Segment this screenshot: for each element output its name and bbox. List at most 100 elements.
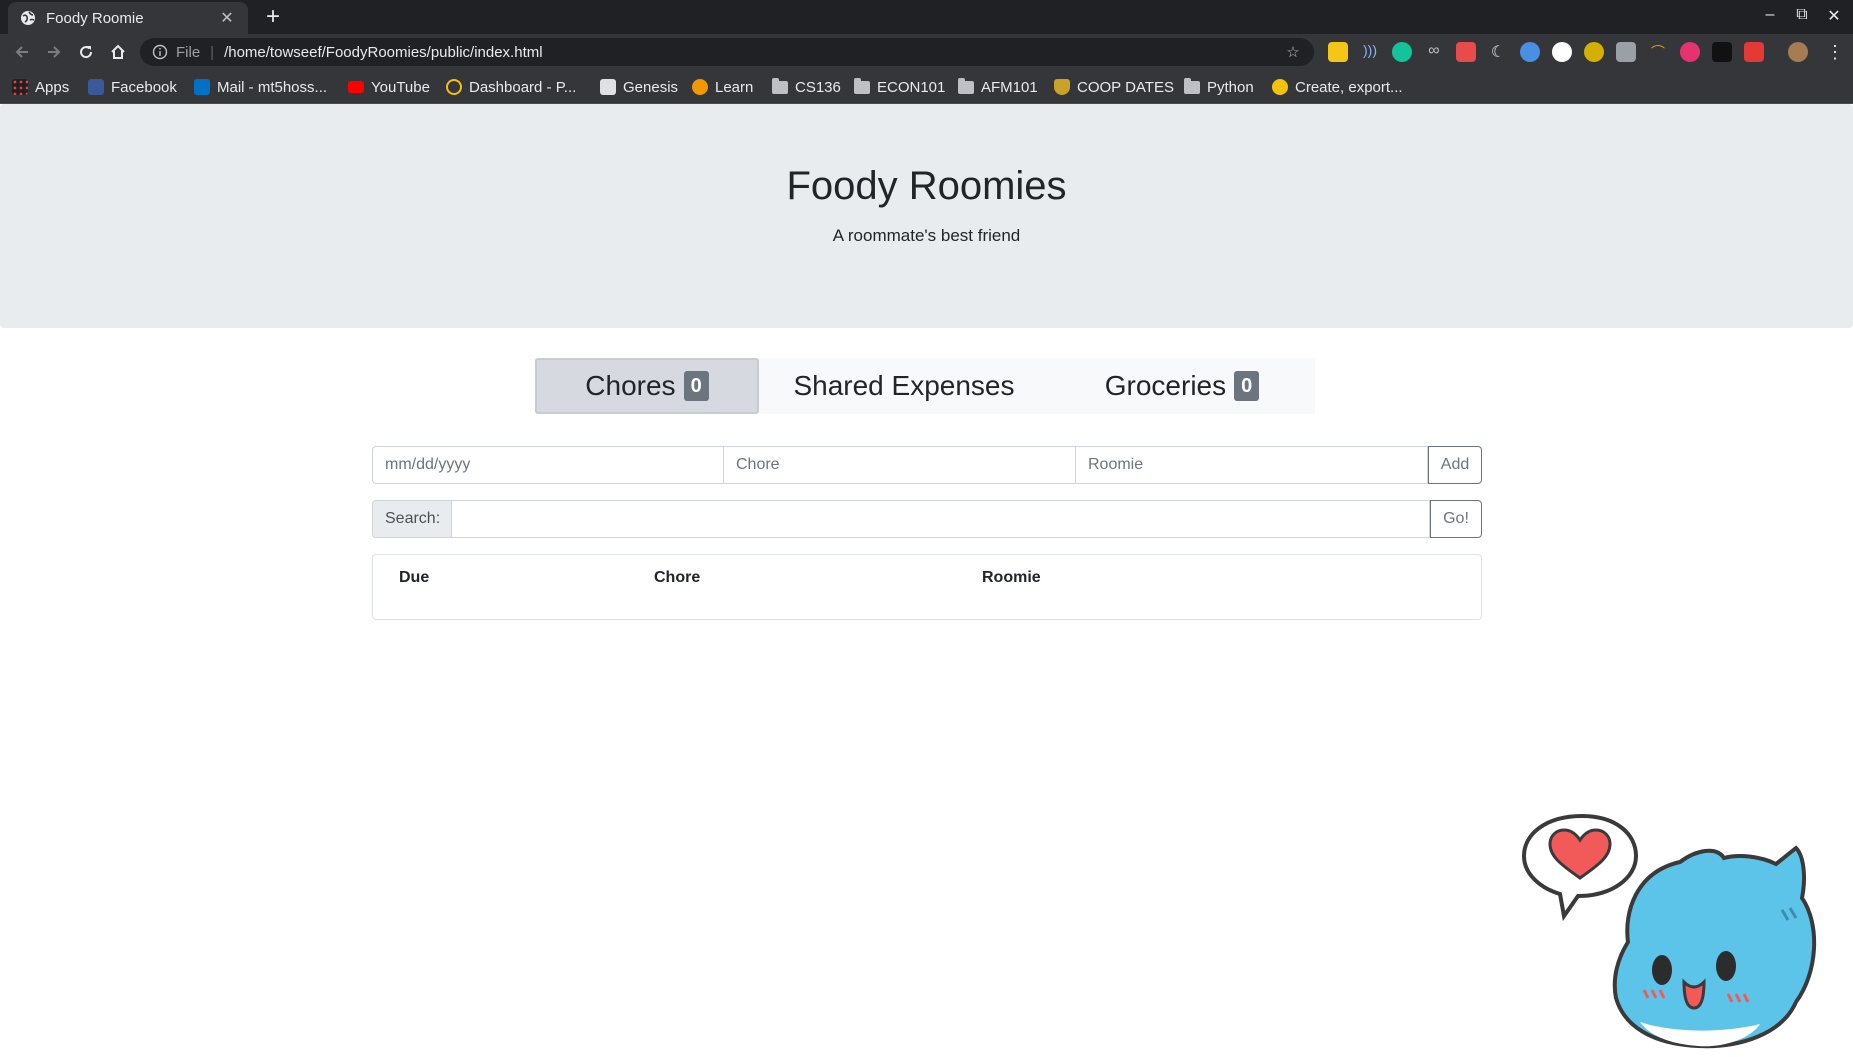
globe-icon xyxy=(21,11,35,25)
bookmark-coop-dates[interactable]: COOP DATES xyxy=(1054,77,1174,97)
bookmark-learn[interactable]: Learn xyxy=(692,77,753,97)
column-header-roomie[interactable]: Roomie xyxy=(982,569,1041,587)
learn-icon xyxy=(692,79,708,95)
bookmark-label: CS136 xyxy=(795,78,841,96)
tab-label: Groceries xyxy=(1104,370,1227,401)
close-window-icon[interactable]: ✕ xyxy=(1820,6,1848,26)
facebook-icon xyxy=(88,79,104,95)
folder-icon xyxy=(958,77,974,94)
bookmark-label: Apps xyxy=(35,78,70,96)
w-extension-icon[interactable] xyxy=(1520,42,1540,62)
bookmarks-bar: Apps Facebook Mail - mt5hoss... YouTube … xyxy=(0,70,1853,104)
browser-chrome: Foody Roomie ✕ + – ⧉ ✕ File | /home/tows… xyxy=(0,0,1853,104)
section-tabs: Chores 0 Shared Expenses Groceries 0 xyxy=(535,358,1315,414)
coin-extension-icon[interactable] xyxy=(1584,42,1604,62)
calendar-extension-icon[interactable] xyxy=(1456,42,1476,62)
url-separator: | xyxy=(210,43,215,61)
groceries-count-badge: 0 xyxy=(1234,371,1260,401)
bookmark-apps[interactable]: Apps xyxy=(12,77,69,97)
profile-avatar-icon[interactable] xyxy=(1788,42,1808,62)
restore-window-icon[interactable]: ⧉ xyxy=(1788,6,1816,24)
genesis-icon xyxy=(600,79,616,95)
jumbotron-header: Foody Roomies A roommate's best friend xyxy=(0,104,1853,328)
tab-chores[interactable]: Chores 0 xyxy=(535,358,759,414)
folder-icon xyxy=(772,77,788,94)
chore-input[interactable] xyxy=(724,446,1076,484)
page-subtitle: A roommate's best friend xyxy=(832,226,1021,245)
l-extension-icon[interactable] xyxy=(1552,42,1572,62)
bookmark-label: ECON101 xyxy=(877,78,946,96)
address-bar[interactable]: File | /home/towseef/FoodyRoomies/public… xyxy=(140,38,1314,66)
forward-arrow-icon[interactable] xyxy=(42,40,66,64)
info-icon[interactable] xyxy=(152,44,168,60)
bookmark-label: YouTube xyxy=(371,78,430,96)
apps-grid-icon xyxy=(12,79,28,95)
create-export-icon xyxy=(1272,79,1288,95)
close-tab-icon[interactable]: ✕ xyxy=(218,8,236,28)
search-input[interactable] xyxy=(452,500,1430,538)
tab-shared-expenses[interactable]: Shared Expenses xyxy=(759,358,1049,414)
grammarly-extension-icon[interactable] xyxy=(1392,42,1412,62)
bookmark-label: Learn xyxy=(715,78,754,96)
video-extension-icon[interactable] xyxy=(1744,42,1764,62)
bookmark-label: Mail - mt5hoss... xyxy=(217,78,328,96)
sticky-notes-extension-icon[interactable] xyxy=(1328,42,1348,62)
curve-extension-icon[interactable]: ⌒ xyxy=(1648,42,1668,62)
url-scheme: File xyxy=(176,43,201,61)
dark-mode-moon-icon[interactable]: ☾ xyxy=(1488,42,1508,62)
tab-label: Chores xyxy=(585,370,676,401)
due-date-input[interactable] xyxy=(372,446,724,484)
tab-strip: Foody Roomie ✕ + – ⧉ ✕ xyxy=(0,0,1853,34)
search-label: Search: xyxy=(372,500,452,538)
bookmark-label: COOP DATES xyxy=(1077,78,1174,96)
blue-cat xyxy=(1612,845,1817,1049)
tab-label: Shared Expenses xyxy=(793,370,1015,401)
home-icon[interactable] xyxy=(106,40,130,64)
bookmark-dashboard[interactable]: Dashboard - P... xyxy=(446,77,576,97)
back-arrow-icon[interactable] xyxy=(10,40,34,64)
bookmark-create-export[interactable]: Create, export... xyxy=(1272,77,1403,97)
bookmark-cs136[interactable]: CS136 xyxy=(772,77,841,97)
bookmark-label: Python xyxy=(1207,78,1254,96)
bookmark-label: Create, export... xyxy=(1295,78,1403,96)
bookmark-label: Facebook xyxy=(111,78,177,96)
bookmark-star-icon[interactable]: ☆ xyxy=(1284,43,1302,61)
folder-icon xyxy=(854,77,870,94)
url-text[interactable]: /home/towseef/FoodyRoomies/public/index.… xyxy=(224,44,1284,61)
bookmark-youtube[interactable]: YouTube xyxy=(348,77,430,97)
bookmark-econ101[interactable]: ECON101 xyxy=(854,77,945,97)
tab-groceries[interactable]: Groceries 0 xyxy=(1049,358,1315,414)
search-form: Search: Go! xyxy=(372,500,1482,538)
column-header-due[interactable]: Due xyxy=(399,569,429,587)
chores-count-badge: 0 xyxy=(683,371,709,401)
dashboard-icon xyxy=(446,79,462,95)
ww-extension-icon[interactable] xyxy=(1712,42,1732,62)
bookmark-python[interactable]: Python xyxy=(1184,77,1254,97)
column-header-chore[interactable]: Chore xyxy=(654,569,700,587)
q-extension-icon[interactable] xyxy=(1680,42,1700,62)
bookmark-mail[interactable]: Mail - mt5hoss... xyxy=(194,77,327,97)
shield-crest-icon xyxy=(1054,79,1070,95)
add-chore-form: Add xyxy=(372,446,1482,484)
new-tab-icon[interactable]: + xyxy=(260,4,286,30)
translate-extension-icon[interactable] xyxy=(1616,42,1636,62)
chores-table: Due Chore Roomie xyxy=(372,554,1482,620)
folder-icon xyxy=(1184,77,1200,94)
minimize-icon[interactable]: – xyxy=(1756,6,1784,24)
page-title: Foody Roomies xyxy=(786,164,1067,208)
reload-icon[interactable] xyxy=(74,40,98,64)
browser-tab[interactable]: Foody Roomie ✕ xyxy=(8,2,248,34)
browser-menu-icon[interactable]: ⋮ xyxy=(1826,42,1844,62)
bookmark-facebook[interactable]: Facebook xyxy=(88,77,177,97)
add-button[interactable]: Add xyxy=(1428,446,1482,484)
outlook-icon xyxy=(194,79,210,95)
go-button[interactable]: Go! xyxy=(1430,500,1482,538)
read-aloud-extension-icon[interactable]: ))) xyxy=(1360,42,1380,62)
infinity-extension-icon[interactable]: ∞ xyxy=(1424,42,1444,62)
bookmark-label: AFM101 xyxy=(981,78,1038,96)
roomie-input[interactable] xyxy=(1076,446,1428,484)
tab-title: Foody Roomie xyxy=(46,9,144,27)
bookmark-genesis[interactable]: Genesis xyxy=(600,77,678,97)
bookmark-afm101[interactable]: AFM101 xyxy=(958,77,1038,97)
browser-toolbar: File | /home/towseef/FoodyRoomies/public… xyxy=(0,34,1853,70)
